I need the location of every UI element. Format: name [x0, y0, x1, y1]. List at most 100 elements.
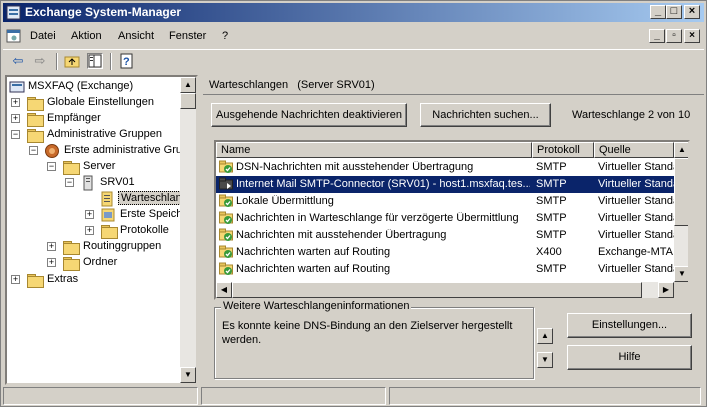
title-bar[interactable]: Exchange System-Manager _ □ ×: [3, 3, 704, 22]
cell-protocol: SMTP: [536, 212, 567, 224]
status-panel-2: [201, 387, 386, 405]
status-panel-3: [389, 387, 701, 405]
pane-subtitle: (Server SRV01): [297, 79, 375, 91]
column-header-protocol[interactable]: Protokoll: [532, 142, 594, 158]
expand-plus-icon[interactable]: +: [11, 114, 20, 123]
queue-ready-icon: [219, 211, 233, 224]
tree-label: Ordner: [83, 256, 118, 268]
mmc-document-icon[interactable]: [6, 28, 22, 44]
cell-source: Virtueller Standa: [598, 263, 674, 275]
svg-text:?: ?: [123, 56, 130, 68]
column-header-name[interactable]: Name: [216, 142, 532, 158]
tree-label: SRV01: [100, 176, 135, 188]
cell-name: Nachrichten in Warteschlange für verzöge…: [236, 212, 519, 224]
scroll-thumb[interactable]: [674, 158, 688, 226]
forward-arrow-icon[interactable]: ⇨: [32, 53, 48, 69]
menu-help[interactable]: ?: [222, 30, 228, 42]
menu-fenster[interactable]: Fenster: [169, 30, 206, 42]
cell-name: Nachrichten warten auf Routing: [236, 246, 391, 258]
collapse-minus-icon[interactable]: −: [65, 178, 74, 187]
tree-label: MSXFAQ (Exchange): [28, 80, 134, 92]
scroll-right-button[interactable]: ▶: [658, 282, 674, 298]
table-row[interactable]: Nachrichten in Warteschlange für verzöge…: [216, 210, 674, 227]
scroll-thumb[interactable]: [180, 93, 196, 109]
status-panel-1: [3, 387, 198, 405]
menu-aktion[interactable]: Aktion: [71, 30, 102, 42]
menu-datei[interactable]: Datei: [30, 30, 56, 42]
cell-source: Virtueller Standa: [598, 178, 674, 190]
menu-ansicht[interactable]: Ansicht: [118, 30, 154, 42]
scroll-down-button[interactable]: ▼: [674, 266, 688, 282]
queue-list: Name Protokoll Quelle DSN-Nachrichten mi…: [214, 140, 690, 300]
queue-ready-icon: [219, 262, 233, 275]
child-restore-button[interactable]: ▫: [666, 29, 682, 43]
queue-info-group: Weitere Warteschlangeninformationen Es k…: [214, 300, 553, 379]
expand-plus-icon[interactable]: +: [85, 210, 94, 219]
table-row[interactable]: Internet Mail SMTP-Connector (SRV01) - h…: [216, 176, 674, 193]
status-bar: [3, 387, 704, 405]
folder-icon: [101, 225, 118, 239]
folder-icon: [63, 241, 80, 255]
cell-protocol: SMTP: [536, 195, 567, 207]
scroll-up-button[interactable]: ▲: [674, 142, 688, 158]
folder-icon: [27, 97, 44, 111]
storage-group-icon: [101, 208, 115, 222]
folder-icon: [27, 113, 44, 127]
collapse-minus-icon[interactable]: −: [11, 130, 20, 139]
scroll-thumb[interactable]: [232, 282, 642, 298]
scroll-left-button[interactable]: ◀: [216, 282, 232, 298]
tree-label: Routinggruppen: [83, 240, 162, 252]
up-folder-icon[interactable]: [64, 53, 80, 69]
tree-vertical-scrollbar[interactable]: ▲ ▼: [180, 77, 196, 383]
find-messages-button[interactable]: Nachrichten suchen...: [420, 103, 551, 127]
help-topic-icon[interactable]: ?: [119, 53, 135, 69]
collapse-minus-icon[interactable]: −: [47, 162, 56, 171]
expand-plus-icon[interactable]: +: [47, 258, 56, 267]
server-icon: [83, 175, 93, 191]
expand-plus-icon[interactable]: +: [11, 98, 20, 107]
tree-label: Administrative Gruppen: [47, 128, 162, 140]
table-row[interactable]: Nachrichten warten auf Routing X400 Exchan…: [216, 244, 674, 261]
settings-button[interactable]: Einstellungen...: [567, 313, 692, 338]
close-button[interactable]: ×: [684, 5, 700, 19]
list-vertical-scrollbar[interactable]: ▲ ▼: [674, 142, 688, 282]
info-scroll-down-button[interactable]: ▼: [537, 352, 553, 368]
expand-plus-icon[interactable]: +: [47, 242, 56, 251]
show-tree-icon[interactable]: [87, 53, 103, 69]
info-scroll-up-button[interactable]: ▲: [537, 328, 553, 344]
maximize-button[interactable]: □: [666, 5, 682, 19]
tree-label: Empfänger: [47, 112, 101, 124]
folder-icon: [27, 129, 44, 143]
back-arrow-icon[interactable]: ⇦: [10, 53, 26, 69]
list-horizontal-scrollbar[interactable]: ◀ ▶: [216, 282, 674, 298]
settings-label: Einstellungen...: [591, 319, 668, 331]
cell-name: Internet Mail SMTP-Connector (SRV01) - h…: [236, 178, 530, 190]
folder-icon: [63, 257, 80, 271]
expand-plus-icon[interactable]: +: [85, 226, 94, 235]
child-close-button[interactable]: ×: [684, 29, 700, 43]
minimize-button[interactable]: _: [650, 5, 666, 19]
queue-icon: [101, 191, 113, 207]
table-row[interactable]: DSN-Nachrichten mit ausstehender Übertra…: [216, 159, 674, 176]
table-row[interactable]: Lokale Übermittlung SMTP Virtueller Standa: [216, 193, 674, 210]
expand-plus-icon[interactable]: +: [11, 275, 20, 284]
help-label: Hilfe: [618, 351, 641, 363]
toolbar: ⇦ ⇨ ?: [3, 49, 704, 71]
scroll-up-button[interactable]: ▲: [180, 77, 196, 93]
child-minimize-button[interactable]: _: [649, 29, 665, 43]
queue-ready-icon: [219, 245, 233, 258]
tree-label: Server: [83, 160, 116, 172]
scroll-down-button[interactable]: ▼: [180, 367, 196, 383]
cell-protocol: X400: [536, 246, 562, 258]
disable-outbound-button[interactable]: Ausgehende Nachrichten deaktivieren: [211, 103, 407, 127]
collapse-minus-icon[interactable]: −: [29, 146, 38, 155]
column-header-source[interactable]: Quelle: [594, 142, 674, 158]
table-row[interactable]: Nachrichten warten auf Routing SMTP Virtue…: [216, 261, 674, 278]
queue-retry-icon: [219, 177, 233, 190]
queue-ready-icon: [219, 194, 233, 207]
folder-icon: [63, 161, 80, 175]
table-row[interactable]: Nachrichten mit ausstehender Übertragung…: [216, 227, 674, 244]
help-button[interactable]: Hilfe: [567, 345, 692, 370]
exchange-app-icon: [6, 5, 21, 20]
queue-count: Warteschlange 2 von 10: [572, 109, 691, 121]
